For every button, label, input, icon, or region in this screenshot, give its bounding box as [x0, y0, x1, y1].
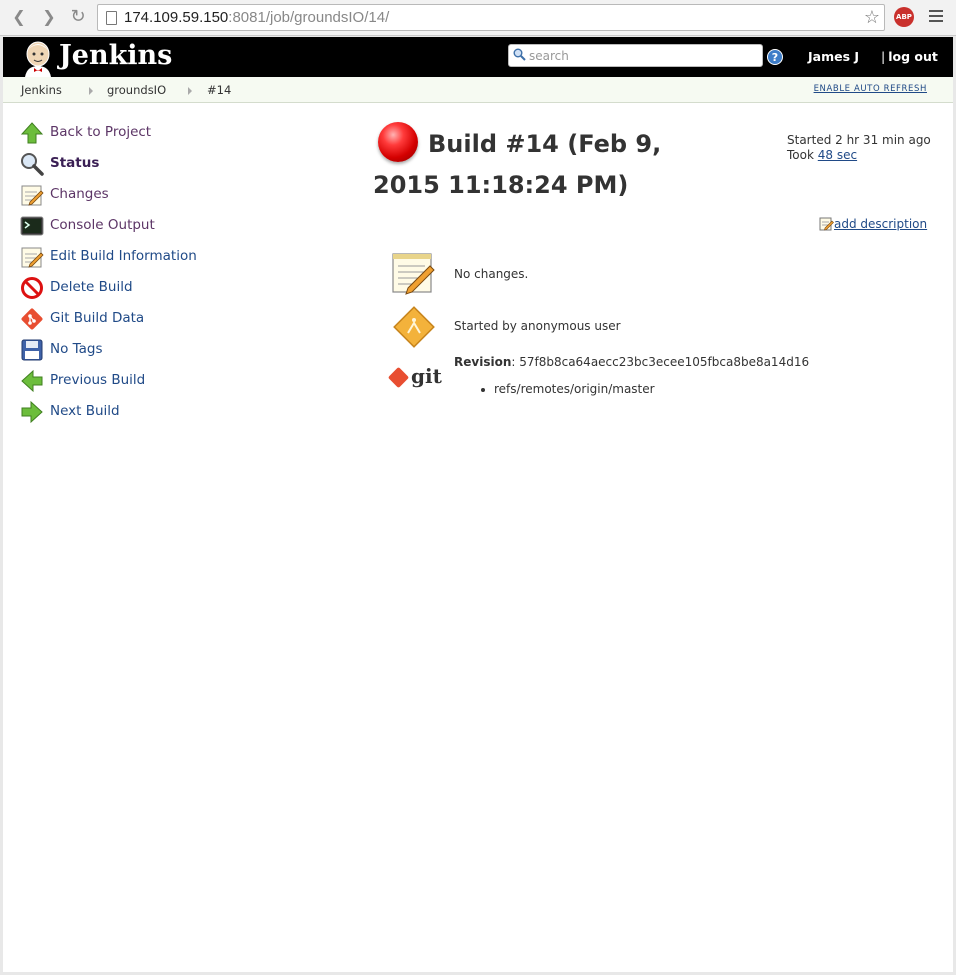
notepad-icon	[819, 217, 834, 231]
build-duration-link[interactable]: 48 sec	[818, 148, 857, 162]
search-icon	[513, 48, 526, 61]
search-input[interactable]	[529, 47, 759, 65]
list-item: refs/remotes/origin/master	[481, 382, 655, 396]
search-box[interactable]	[508, 44, 763, 67]
breadcrumb-item-jenkins[interactable]: Jenkins	[21, 83, 62, 97]
back-icon[interactable]: ❮	[7, 6, 31, 28]
floppy-icon	[21, 339, 43, 361]
left-arrow-icon	[21, 369, 43, 393]
forward-icon[interactable]: ❯	[37, 6, 61, 28]
side-panel: Back to Project Status Changes Console O…	[20, 120, 320, 430]
user-cause-icon	[393, 306, 435, 348]
build-timing: Started 2 hr 31 min ago Took 48 sec	[787, 133, 931, 163]
add-description-link[interactable]: add description	[819, 216, 927, 231]
help-icon[interactable]: ?	[767, 49, 783, 65]
page-viewport: Jenkins ? James J |log out Jenkins groun…	[3, 37, 953, 972]
adblock-icon[interactable]: ABP	[894, 7, 914, 27]
reload-icon[interactable]: ↻	[66, 6, 90, 28]
revision-text: Revision: 57f8b8ca64aecc23bc3ecee105fbca…	[454, 355, 810, 369]
task-changes[interactable]: Changes	[20, 182, 320, 213]
task-previous-build[interactable]: Previous Build	[20, 368, 320, 399]
task-delete-build[interactable]: Delete Build	[20, 275, 320, 306]
task-git-build-data[interactable]: Git Build Data	[20, 306, 320, 337]
breadcrumb: Jenkins groundsIO #14 ENABLE AUTO REFRES…	[3, 77, 953, 103]
jenkins-logo-text[interactable]: Jenkins	[59, 40, 172, 71]
notepad-icon	[392, 253, 435, 295]
task-console-output[interactable]: Console Output	[20, 213, 320, 244]
logout-link[interactable]: | log out	[881, 49, 938, 64]
user-name-link[interactable]: James J	[808, 49, 859, 64]
notepad-icon	[21, 185, 44, 206]
url-text: 174.109.59.150:8081/job/groundsIO/14/	[124, 9, 390, 26]
jenkins-header: Jenkins ? James J |log out	[3, 37, 953, 77]
task-edit-build-information[interactable]: Edit Build Information	[20, 244, 320, 275]
right-arrow-icon	[21, 400, 43, 424]
no-entry-icon	[21, 277, 43, 299]
git-icon	[21, 308, 43, 330]
terminal-icon	[20, 216, 44, 236]
refs-list: refs/remotes/origin/master	[481, 382, 655, 396]
started-by-text: Started by anonymous user	[454, 319, 621, 333]
no-changes-text: No changes.	[454, 267, 529, 281]
git-logo-icon: git	[387, 364, 442, 391]
browser-toolbar: ❮ ❯ ↻ 174.109.59.150:8081/job/groundsIO/…	[0, 0, 956, 36]
breadcrumb-arrow-icon[interactable]	[188, 87, 192, 95]
up-arrow-icon	[20, 122, 44, 144]
magnifier-icon	[21, 153, 44, 176]
took-text: Took 48 sec	[787, 148, 858, 162]
task-no-tags[interactable]: No Tags	[20, 337, 320, 368]
task-status[interactable]: Status	[20, 151, 320, 182]
task-back-to-project[interactable]: Back to Project	[20, 120, 320, 151]
notepad-icon	[21, 247, 44, 268]
bookmark-star-icon[interactable]: ☆	[864, 7, 880, 28]
task-next-build[interactable]: Next Build	[20, 399, 320, 430]
jenkins-butler-icon[interactable]	[21, 39, 57, 77]
breadcrumb-arrow-icon[interactable]	[89, 87, 93, 95]
breadcrumb-item-build[interactable]: #14	[207, 83, 231, 97]
page-icon	[106, 11, 117, 25]
enable-auto-refresh-link[interactable]: ENABLE AUTO REFRESH	[814, 84, 927, 94]
address-bar[interactable]: 174.109.59.150:8081/job/groundsIO/14/ ☆	[97, 4, 885, 31]
page-title: Build #14 (Feb 9, 2015 11:18:24 PM)	[373, 130, 662, 199]
started-ago-text: Started 2 hr 31 min ago	[787, 133, 931, 147]
menu-icon[interactable]	[929, 10, 943, 24]
breadcrumb-item-job[interactable]: groundsIO	[107, 83, 166, 97]
